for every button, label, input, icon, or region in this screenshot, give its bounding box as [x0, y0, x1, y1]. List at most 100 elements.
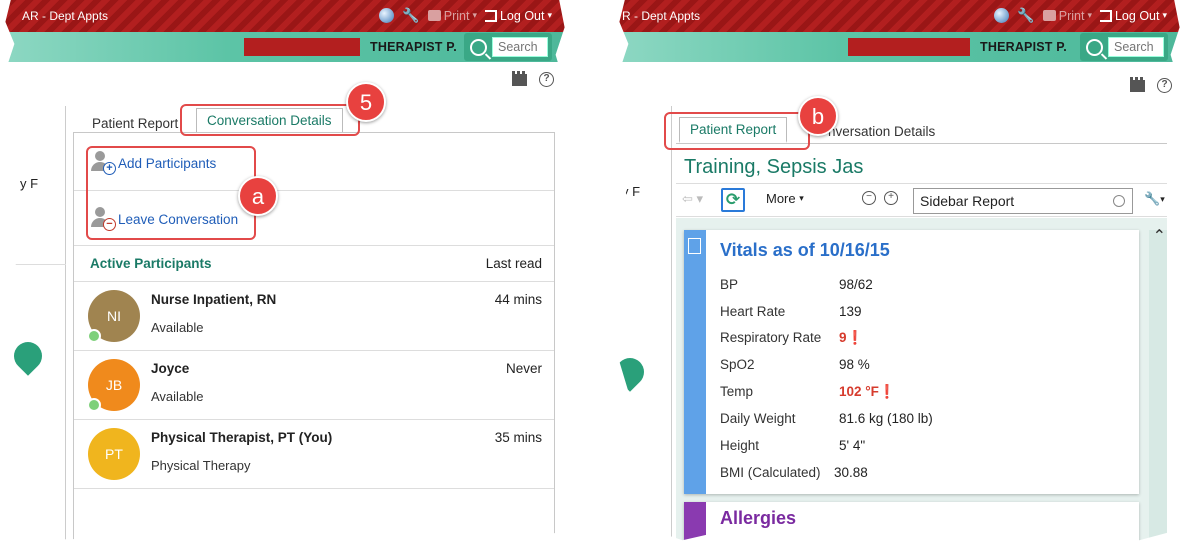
participant-status: Physical Therapy: [151, 458, 251, 473]
redacted-patient-name: [244, 38, 360, 56]
vital-value: 98/62: [839, 277, 873, 292]
vital-value: 139: [839, 304, 862, 319]
vital-value: 81.6 kg (180 lb): [839, 411, 933, 426]
wrench-icon[interactable]: 🔧: [402, 7, 419, 24]
participant-name: Nurse Inpatient, RN: [151, 292, 277, 307]
vitals-card: Vitals as of 10/16/15 BP 98/62 Heart Rat…: [684, 230, 1139, 494]
vital-label: Respiratory Rate: [720, 330, 822, 345]
report-select-input[interactable]: [913, 188, 1133, 214]
user-bar: THERAPIST P.: [614, 32, 1185, 62]
last-read-header: Last read: [485, 256, 542, 271]
wrench-icon[interactable]: 🔧: [1017, 7, 1034, 24]
report-area: Vitals as of 10/16/15 BP 98/62 Heart Rat…: [676, 218, 1167, 548]
header-actions: 🔧 Print ▾ Log Out ▾: [994, 7, 1167, 24]
globe-icon[interactable]: [994, 8, 1010, 23]
online-status-icon: [87, 398, 101, 412]
avatar: PT: [88, 428, 140, 480]
participant-row[interactable]: PT Physical Therapist, PT (You) Physical…: [74, 420, 554, 489]
vitals-title[interactable]: Vitals as of 10/16/15: [720, 240, 890, 261]
step-badge-b: b: [798, 96, 838, 136]
vital-label: SpO2: [720, 357, 755, 372]
logout-button[interactable]: Log Out ▾: [484, 9, 552, 23]
vital-label: BP: [720, 277, 739, 292]
participant-name: Physical Therapist, PT (You): [151, 430, 333, 445]
avatar: JB: [87, 359, 140, 412]
participant-row[interactable]: JB Joyce Available Never: [74, 351, 554, 420]
search-input[interactable]: [1108, 37, 1164, 57]
refresh-icon[interactable]: ⟳: [721, 188, 745, 212]
print-button[interactable]: Print ▾: [427, 9, 477, 23]
utility-icons: ?: [512, 70, 554, 87]
online-status-icon: [87, 329, 101, 343]
search-icon[interactable]: [1113, 195, 1125, 207]
help-icon[interactable]: ?: [1157, 78, 1172, 93]
search-icon[interactable]: [470, 38, 487, 56]
vital-value-alert: 9❗: [839, 330, 864, 345]
step-badge-a: a: [238, 176, 278, 216]
card-accent: [684, 230, 706, 494]
clapperboard-icon[interactable]: [512, 70, 527, 86]
callout-actions-highlight: [86, 146, 256, 240]
logout-button[interactable]: Log Out ▾: [1099, 9, 1167, 23]
vital-value-alert: 102 °F❗: [839, 384, 896, 399]
callout-tab-highlight: [180, 104, 360, 136]
participant-last-read: 35 mins: [494, 430, 542, 445]
left-screenshot-panel: AR - Dept Appts 🔧 Print ▾ Log Out ▾ THERAP…: [0, 0, 570, 548]
chevron-down-icon: ▾: [1087, 10, 1092, 20]
vital-value: 5' 4": [839, 438, 866, 453]
back-arrow-icon[interactable]: ⇦ ▾: [682, 191, 703, 207]
chevron-down-icon: ▾: [472, 10, 477, 20]
vital-label: Daily Weight: [720, 411, 796, 426]
patient-name: Training, Sepsis Jas: [684, 156, 864, 178]
participant-last-read: 44 mins: [494, 292, 542, 307]
step-badge-5: 5: [346, 82, 386, 122]
user-bar: THERAPIST P.: [0, 32, 570, 62]
search-icon[interactable]: [1086, 38, 1103, 56]
search-box[interactable]: [464, 33, 552, 61]
chevron-up-icon[interactable]: ⌃: [1153, 226, 1166, 246]
callout-tab-highlight: [664, 112, 810, 150]
printer-icon: [1042, 10, 1056, 21]
clapperboard-icon[interactable]: [1130, 76, 1145, 92]
redacted-patient-name: [848, 38, 970, 56]
logout-icon: [484, 9, 497, 22]
scrollbar[interactable]: [1149, 230, 1167, 548]
zoom-out-icon[interactable]: −: [862, 191, 876, 205]
participant-name: Joyce: [151, 361, 190, 376]
print-button[interactable]: Print ▾: [1042, 9, 1092, 23]
app-header: R - Dept Appts 🔧 Print ▾ Log Out ▾: [614, 0, 1185, 32]
search-input[interactable]: [492, 37, 548, 57]
chevron-down-icon: ▾: [799, 193, 804, 203]
active-participants-header: Active Participants Last read: [74, 246, 554, 282]
user-name: THERAPIST P.: [980, 40, 1067, 54]
utility-icons: ?: [1130, 76, 1172, 93]
report-toolbar: ⇦ ▾ ⟳ More ▾ − + 🔧 ▾: [676, 183, 1167, 217]
participant-status: Available: [151, 389, 204, 404]
window-title: R - Dept Appts: [622, 9, 701, 23]
side-pane-text: y F: [20, 176, 39, 191]
vital-label: Temp: [720, 384, 754, 399]
globe-icon[interactable]: [379, 8, 395, 23]
more-menu[interactable]: More ▾: [766, 191, 804, 206]
search-box[interactable]: [1080, 33, 1168, 61]
zoom-in-icon[interactable]: +: [884, 191, 898, 205]
vital-value: 98 %: [839, 357, 870, 372]
vital-label: BMI (Calculated): [720, 465, 821, 480]
participant-row[interactable]: NI Nurse Inpatient, RN Available 44 mins: [74, 282, 554, 351]
window-title: AR - Dept Appts: [22, 9, 109, 23]
right-screenshot-panel: R - Dept Appts 🔧 Print ▾ Log Out ▾ THERAPI…: [614, 0, 1185, 548]
app-header: AR - Dept Appts 🔧 Print ▾ Log Out ▾: [0, 0, 570, 32]
section-title: Active Participants: [90, 256, 212, 271]
vital-label: Heart Rate: [720, 304, 786, 319]
allergies-title[interactable]: Allergies: [720, 508, 796, 529]
document-icon: [688, 238, 701, 254]
help-icon[interactable]: ?: [539, 72, 554, 87]
vital-value: 30.88: [834, 465, 868, 480]
tab-conversation-details[interactable]: nversation Details: [818, 120, 945, 143]
logout-icon: [1099, 9, 1112, 22]
avatar: NI: [87, 290, 140, 343]
chevron-down-icon: ▾: [1162, 10, 1167, 20]
header-actions: 🔧 Print ▾ Log Out ▾: [379, 7, 552, 24]
participant-status: Available: [151, 320, 204, 335]
wrench-menu-icon[interactable]: 🔧 ▾: [1144, 191, 1165, 207]
